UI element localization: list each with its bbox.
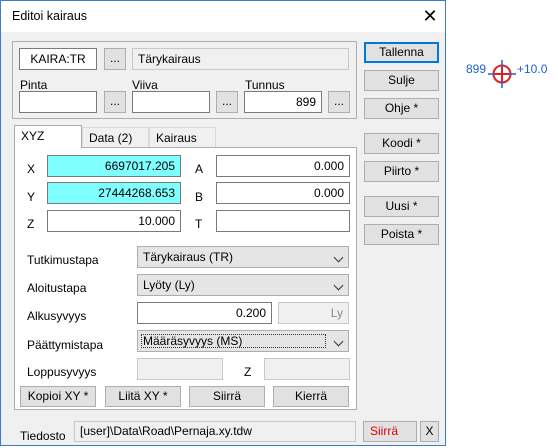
tutkimustapa-label: Tutkimustapa xyxy=(27,253,99,267)
new-button[interactable]: Uusi * xyxy=(364,196,439,217)
code-browse-button[interactable]: ... xyxy=(104,48,126,70)
loppusyvyys-field xyxy=(137,358,223,380)
edit-drilling-dialog: Editoi kairaus ✕ KAIRA:TR ... Tärykairau… xyxy=(0,0,446,446)
loppusyvyys-label: Loppusyvyys xyxy=(27,365,97,379)
paste-xy-button[interactable]: Liitä XY * xyxy=(105,386,181,407)
alkusyvyys-label: Alkusyvyys xyxy=(27,309,87,323)
close-button[interactable]: Sulje xyxy=(364,70,439,91)
file-label: Tiedosto xyxy=(20,429,66,443)
delete-button[interactable]: Poista * xyxy=(364,224,439,245)
aloitustapa-value: Lyöty (Ly) xyxy=(143,278,195,292)
tab-join xyxy=(15,146,81,148)
close-icon[interactable]: ✕ xyxy=(419,5,441,27)
alkusyvyys-field[interactable]: 0.200 xyxy=(137,302,272,324)
file-move-button[interactable]: Siirrä xyxy=(363,421,417,442)
save-button[interactable]: Tallenna xyxy=(364,42,439,63)
pinta-browse-button[interactable]: ... xyxy=(104,91,126,113)
b-field[interactable]: 0.000 xyxy=(216,182,350,204)
chevron-down-icon xyxy=(333,336,344,347)
file-path-field: [user]\Data\Road\Pernaja.xy.tdw xyxy=(74,421,356,442)
chevron-down-icon xyxy=(333,280,344,291)
tab-data[interactable]: Data (2) xyxy=(82,127,149,148)
a-field[interactable]: 0.000 xyxy=(216,155,350,177)
aloitustapa-label: Aloitustapa xyxy=(27,281,87,295)
aloitustapa-select[interactable]: Lyöty (Ly) xyxy=(137,274,349,296)
z-label: Z xyxy=(27,217,35,231)
pinta-field[interactable] xyxy=(19,91,97,113)
copy-xy-button[interactable]: Kopioi XY * xyxy=(20,386,96,407)
y-label: Y xyxy=(27,190,36,204)
dialog-title: Editoi kairaus xyxy=(12,9,88,23)
tutkimustapa-value: Tärykairaus (TR) xyxy=(143,250,234,264)
z-field[interactable]: 10.000 xyxy=(47,210,181,232)
pinta-label: Pinta xyxy=(20,78,48,92)
a-label: A xyxy=(195,162,204,176)
draw-button[interactable]: Piirto * xyxy=(364,161,439,182)
loppu-z-label: Z xyxy=(244,365,252,379)
x-label: X xyxy=(27,162,36,176)
tunnus-label: Tunnus xyxy=(245,78,285,92)
t-field[interactable] xyxy=(216,210,350,232)
viiva-browse-button[interactable]: ... xyxy=(216,91,238,113)
y-field[interactable]: 27444268.653 xyxy=(47,182,181,204)
chevron-down-icon xyxy=(333,252,344,263)
tab-xyz[interactable]: XYZ xyxy=(14,125,82,148)
drill-point-icon[interactable] xyxy=(488,60,516,88)
viiva-label: Viiva xyxy=(132,78,158,92)
paattymistapa-label: Päättymistapa xyxy=(27,338,104,352)
x-field[interactable]: 6697017.205 xyxy=(47,155,181,177)
point-z-label: +10.0 xyxy=(517,62,548,76)
loppu-z-field xyxy=(264,358,350,380)
point-id-label: 899 xyxy=(466,62,487,76)
code-field[interactable]: KAIRA:TR xyxy=(19,48,97,70)
b-label: B xyxy=(195,190,204,204)
viiva-field[interactable] xyxy=(132,91,210,113)
help-button[interactable]: Ohje * xyxy=(364,98,439,119)
move-button[interactable]: Siirrä xyxy=(189,386,265,407)
focus-rect xyxy=(141,334,326,348)
rotate-button[interactable]: Kierrä xyxy=(273,386,349,407)
tutkimustapa-select[interactable]: Tärykairaus (TR) xyxy=(137,246,349,268)
alkusyvyys-unit-field: Ly xyxy=(278,302,349,324)
file-clear-button[interactable]: X xyxy=(420,421,439,442)
code-button[interactable]: Koodi * xyxy=(364,133,439,154)
t-label: T xyxy=(195,217,203,231)
type-name-field: Tärykairaus xyxy=(132,48,349,70)
paattymistapa-select[interactable]: Määräsyvyys (MS) xyxy=(137,330,349,352)
tunnus-browse-button[interactable]: ... xyxy=(328,91,350,113)
tab-kairaus[interactable]: Kairaus xyxy=(149,127,216,148)
tunnus-field[interactable]: 899 xyxy=(244,91,322,113)
